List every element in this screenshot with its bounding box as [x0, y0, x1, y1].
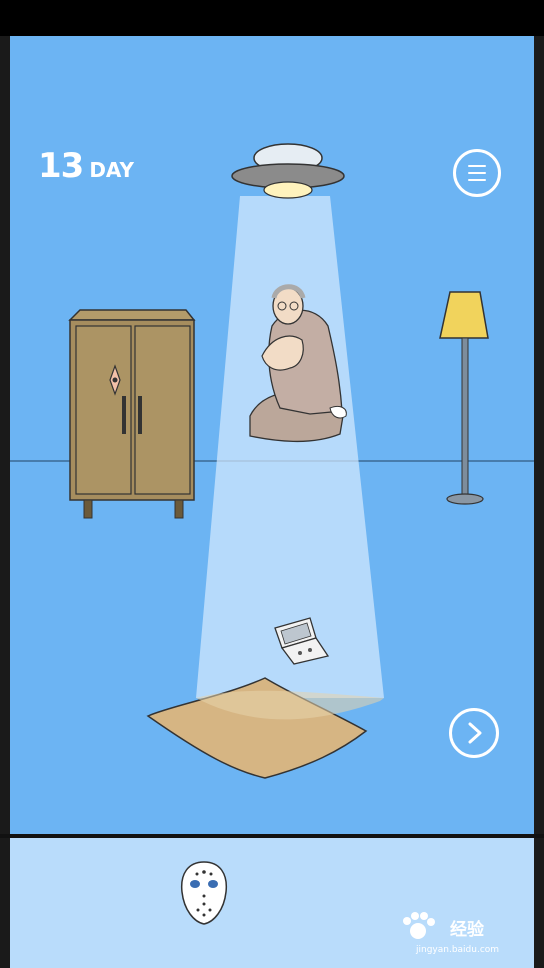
right-border	[534, 36, 544, 968]
left-border	[0, 36, 10, 968]
watermark: 经验 jingyan.baidu.com	[390, 905, 540, 965]
paw-logo-icon	[403, 912, 435, 939]
menu-button[interactable]	[453, 149, 501, 197]
day-label: DAY	[89, 158, 134, 182]
next-button[interactable]	[449, 708, 499, 758]
hockey-mask-icon	[180, 861, 228, 925]
chevron-right-icon	[468, 722, 482, 744]
wardrobe[interactable]	[68, 309, 196, 519]
floor-lamp[interactable]	[439, 291, 489, 505]
watermark-brand: 经验	[450, 920, 484, 940]
game-screen: 13 DAY 经验 jingyan.baidu.com	[0, 0, 544, 968]
day-counter: 13 DAY	[38, 146, 134, 186]
status-bar	[0, 0, 544, 36]
day-number: 13	[38, 146, 84, 186]
ufo[interactable]	[231, 143, 345, 199]
watermark-url: jingyan.baidu.com	[416, 945, 500, 955]
room-scene: 13 DAY	[10, 36, 534, 834]
tractor-beam	[196, 196, 384, 698]
inventory-item-hockey-mask[interactable]	[178, 858, 230, 928]
